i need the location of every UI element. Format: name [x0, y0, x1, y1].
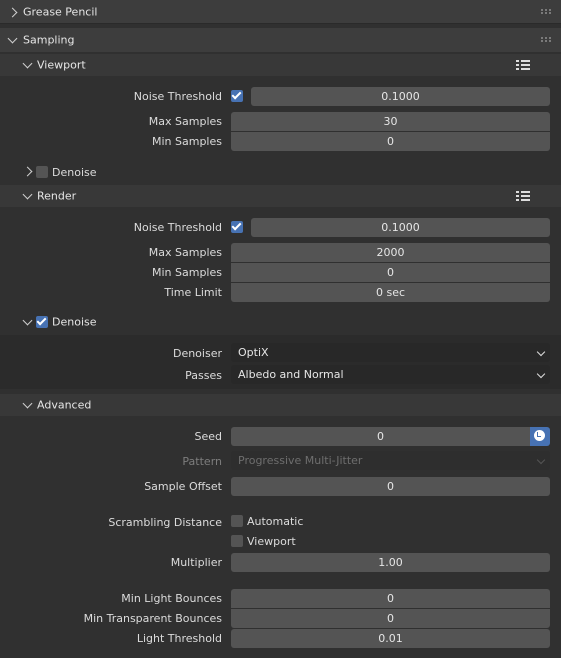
render-max-samples-label: Max Samples — [148, 246, 222, 259]
subpanel-title-advanced: Advanced — [37, 398, 92, 412]
scrambling-viewport-label: Viewport — [247, 535, 296, 548]
viewport-denoise-checkbox[interactable] — [36, 166, 48, 178]
viewport-max-samples-label: Max Samples — [148, 115, 222, 128]
pattern-label: Pattern — [182, 455, 222, 468]
denoiser-value: OptiX — [238, 346, 269, 359]
render-time-limit-label: Time Limit — [164, 286, 222, 299]
chevron-right-icon[interactable] — [22, 166, 33, 177]
scrambling-automatic-checkbox[interactable] — [231, 515, 243, 527]
passes-label: Passes — [185, 369, 222, 382]
seed-field[interactable]: 0 — [231, 427, 530, 446]
presets-list-icon[interactable] — [516, 190, 530, 202]
render-noise-threshold-checkbox[interactable] — [231, 221, 243, 233]
pattern-dropdown[interactable]: Progressive Multi-Jitter — [231, 451, 550, 470]
panel-title-sampling: Sampling — [23, 33, 75, 47]
light-threshold-label: Light Threshold — [136, 632, 222, 645]
render-time-limit-field[interactable]: 0 sec — [231, 283, 550, 302]
render-max-samples-field[interactable]: 2000 — [231, 243, 550, 262]
chevron-down-icon — [22, 58, 33, 69]
viewport-noise-threshold-checkbox[interactable] — [231, 90, 243, 102]
viewport-max-samples-field[interactable]: 30 — [231, 112, 550, 131]
viewport-min-samples-field[interactable]: 0 — [231, 132, 550, 151]
animate-seed-toggle[interactable] — [530, 427, 550, 446]
clock-icon — [534, 430, 545, 441]
pattern-value: Progressive Multi-Jitter — [238, 454, 363, 467]
panel-title-grease-pencil: Grease Pencil — [23, 5, 98, 18]
subpanel-header-render[interactable]: Render — [0, 185, 561, 207]
denoiser-dropdown[interactable]: OptiX — [231, 343, 550, 362]
min-light-bounces-label: Min Light Bounces — [121, 592, 222, 605]
subpanel-title-render: Render — [37, 189, 77, 203]
viewport-min-samples-label: Min Samples — [152, 135, 222, 148]
subpanel-header-denoise[interactable]: Denoise — [0, 311, 561, 333]
panel-header-sampling[interactable]: Sampling — [0, 28, 561, 52]
chevron-down-icon — [536, 455, 546, 465]
viewport-noise-threshold-field[interactable]: 0.1000 — [251, 87, 550, 106]
chevron-right-icon — [7, 7, 18, 18]
denoiser-label: Denoiser — [172, 347, 222, 360]
render-noise-threshold-field[interactable]: 0.1000 — [251, 218, 550, 237]
multiplier-label: Multiplier — [170, 556, 222, 569]
subpanel-header-advanced[interactable]: Advanced — [0, 394, 561, 416]
sample-offset-field[interactable]: 0 — [231, 477, 550, 496]
panel-header-grease-pencil[interactable]: Grease Pencil — [0, 0, 561, 24]
drag-handle-icon[interactable] — [541, 37, 553, 43]
chevron-down-icon — [7, 33, 18, 44]
chevron-down-icon — [536, 369, 546, 379]
render-noise-threshold-label: Noise Threshold — [133, 221, 222, 234]
viewport-noise-threshold-label: Noise Threshold — [133, 90, 222, 103]
chevron-down-icon — [22, 189, 33, 200]
multiplier-field[interactable]: 1.00 — [231, 553, 550, 572]
min-transparent-bounces-field[interactable]: 0 — [231, 609, 550, 628]
chevron-down-icon — [536, 347, 546, 357]
scrambling-automatic-label: Automatic — [247, 515, 304, 528]
chevron-down-icon — [22, 398, 33, 409]
sample-offset-label: Sample Offset — [144, 480, 222, 493]
subpanel-title-denoise: Denoise — [52, 315, 97, 329]
subpanel-header-viewport[interactable]: Viewport — [0, 54, 561, 76]
drag-handle-icon[interactable] — [541, 9, 553, 15]
render-min-samples-label: Min Samples — [152, 266, 222, 279]
render-min-samples-field[interactable]: 0 — [231, 263, 550, 282]
presets-list-icon[interactable] — [516, 59, 530, 71]
scrambling-distance-label: Scrambling Distance — [108, 516, 222, 529]
subpanel-title-viewport: Viewport — [37, 58, 86, 72]
passes-value: Albedo and Normal — [238, 368, 344, 381]
viewport-denoise-label: Denoise — [52, 166, 97, 179]
min-transparent-bounces-label: Min Transparent Bounces — [83, 612, 222, 625]
seed-label: Seed — [194, 430, 223, 443]
chevron-down-icon — [22, 315, 33, 326]
light-threshold-field[interactable]: 0.01 — [231, 629, 550, 648]
min-light-bounces-field[interactable]: 0 — [231, 589, 550, 608]
scrambling-viewport-checkbox[interactable] — [231, 535, 243, 547]
passes-dropdown[interactable]: Albedo and Normal — [231, 365, 550, 384]
render-denoise-checkbox[interactable] — [36, 316, 48, 328]
